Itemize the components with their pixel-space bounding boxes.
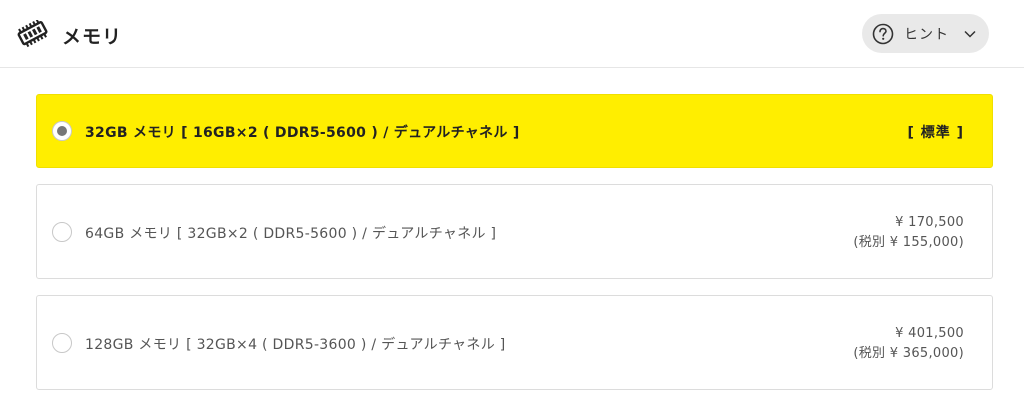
option-label: 128GB メモリ [ 32GB×4 ( DDR5-3600 ) / デュアルチ… [85,337,506,353]
price-block: ¥ 170,500 (税別 ¥ 155,000) [853,213,964,253]
memory-option-64gb[interactable]: 64GB メモリ [ 32GB×2 ( DDR5-5600 ) / デュアルチャ… [36,184,993,279]
section-header: メモリ ヒント [0,0,1024,68]
memory-option-32gb[interactable]: 32GB メモリ [ 16GB×2 ( DDR5-5600 ) / デュアルチャ… [36,94,993,168]
price-block: ¥ 401,500 (税別 ¥ 365,000) [853,324,964,364]
memory-options: 32GB メモリ [ 16GB×2 ( DDR5-5600 ) / デュアルチャ… [36,94,993,390]
memory-option-128gb[interactable]: 128GB メモリ [ 32GB×4 ( DDR5-3600 ) / デュアルチ… [36,295,993,390]
chevron-down-icon [964,30,976,38]
price: ¥ 170,500 [895,215,964,230]
radio-button[interactable] [52,222,72,242]
question-circle-icon [872,23,894,44]
hint-label: ヒント [904,26,949,43]
hint-button[interactable]: ヒント [862,14,989,53]
option-label: 64GB メモリ [ 32GB×2 ( DDR5-5600 ) / デュアルチャ… [85,226,497,242]
radio-button[interactable] [52,121,72,141]
radio-button[interactable] [52,333,72,353]
price: ¥ 401,500 [895,326,964,341]
standard-badge: [ 標準 ] [907,125,964,141]
price-ex-tax: (税別 ¥ 155,000) [853,235,964,250]
option-label: 32GB メモリ [ 16GB×2 ( DDR5-5600 ) / デュアルチャ… [85,125,520,141]
section-title: メモリ [62,26,123,48]
price-ex-tax: (税別 ¥ 365,000) [853,346,964,361]
memory-chip-icon [17,20,48,48]
